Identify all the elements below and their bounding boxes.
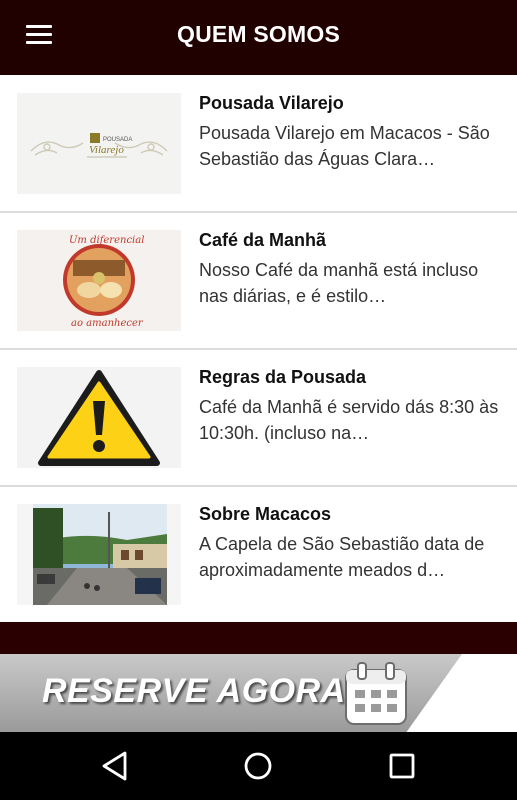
list-item[interactable]: Um diferencial ao amanhecer Café da Manh… [0,213,517,350]
item-title: Pousada Vilarejo [199,93,344,113]
breakfast-photo: Um diferencial ao amanhecer [17,230,181,331]
system-nav-bar [0,732,517,800]
item-description: Café da Manhã é servido dás 8:30 às 10:3… [199,397,499,443]
warning-icon [17,367,181,468]
item-title: Sobre Macacos [199,504,332,524]
street-photo [17,504,181,605]
reserve-button-label: RESERVE AGORA! [42,672,358,710]
list-item[interactable]: Regras da Pousada Café da Manhã é servid… [0,350,517,487]
reserve-banner[interactable]: RESERVE AGORA! [0,654,517,732]
calendar-icon [345,662,407,725]
caption-bottom: ao amanhecer [71,318,144,329]
back-icon[interactable] [98,749,132,783]
footer-band [0,622,517,654]
item-description: Pousada Vilarejo em Macacos - São Sebast… [199,123,490,169]
logo-small-text: POUSADA [103,137,132,143]
recents-icon[interactable] [385,749,419,783]
home-icon[interactable] [241,749,275,783]
caption-top: Um diferencial [69,235,144,246]
item-description: A Capela de São Sebastião data de aproxi… [199,534,485,580]
pousada-logo-image: POUSADA Vilarejo [17,93,181,194]
item-description: Nosso Café da manhã está incluso nas diá… [199,260,479,306]
page-title: QUEM SOMOS [176,21,340,47]
list-item[interactable]: POUSADA Vilarejo Pousada Vilarejo Pousad… [0,76,517,213]
item-title: Café da Manhã [199,230,327,250]
list-item[interactable]: Sobre Macacos A Capela de São Sebastião … [0,487,517,624]
content-list: POUSADA Vilarejo Pousada Vilarejo Pousad… [0,76,517,624]
app-bar: QUEM SOMOS [0,0,517,75]
item-title: Regras da Pousada [199,367,367,387]
logo-large-text: Vilarejo [89,144,124,156]
